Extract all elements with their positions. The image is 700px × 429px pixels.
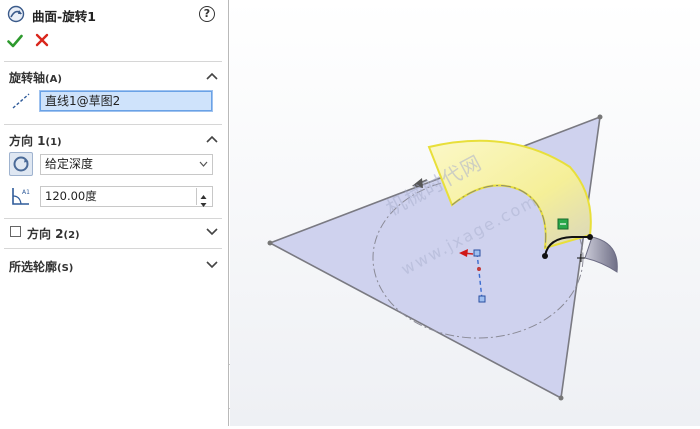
contours-expand-icon[interactable] [206, 261, 218, 269]
reverse-direction-icon [13, 156, 29, 172]
angle-spinner[interactable] [196, 188, 211, 207]
profile-endpoint[interactable] [542, 253, 548, 259]
angle-input[interactable]: 120.00度 [40, 186, 213, 207]
contours-shortcut: (S) [57, 263, 74, 274]
help-icon[interactable]: ? [199, 6, 215, 22]
svg-text:A1: A1 [22, 189, 30, 196]
ok-button[interactable] [7, 33, 23, 49]
divider [4, 218, 222, 219]
axis-endpoint[interactable] [473, 249, 481, 257]
spin-up-button[interactable] [197, 188, 211, 199]
spin-down-button[interactable] [197, 196, 211, 207]
axis-section-shortcut: (A) [45, 74, 62, 85]
plane-vertex [267, 240, 273, 246]
end-condition-value: 给定深度 [45, 157, 94, 171]
direction2-title: 方向 2 [27, 227, 64, 241]
reverse-direction-button[interactable] [9, 152, 33, 176]
direction2-shortcut: (2) [63, 230, 80, 241]
direction2-header[interactable]: 方向 2(2) [27, 225, 80, 242]
revolve-surface-icon [7, 5, 25, 23]
profile-endpoint[interactable] [587, 234, 593, 240]
angle-icon: A1 [12, 188, 30, 205]
divider [4, 61, 222, 62]
contours-title: 所选轮廓 [9, 260, 58, 274]
divider [4, 124, 222, 125]
model-view[interactable] [230, 0, 700, 426]
end-condition-select[interactable]: 给定深度 [40, 154, 213, 175]
axis-section-header[interactable]: 旋转轴(A) [9, 69, 62, 86]
contours-header[interactable]: 所选轮廓(S) [9, 258, 73, 275]
axis-selection-field[interactable]: 直线1@草图2 [39, 90, 213, 112]
cancel-button[interactable] [35, 33, 49, 47]
triangle-down-icon [200, 203, 207, 207]
property-manager-panel: 曲面-旋转1 ? 旋转轴(A) 直线1@草图2 方向 1(1) 给定深度 A1 … [0, 0, 229, 426]
axis-endpoint[interactable] [478, 295, 486, 303]
axis-collapse-icon[interactable] [206, 72, 218, 80]
graphics-viewport[interactable] [230, 0, 700, 426]
axis-midpoint [477, 267, 481, 271]
chevron-down-icon [199, 161, 208, 167]
feature-title: 曲面-旋转1 [32, 9, 96, 24]
divider [4, 248, 222, 249]
feature-titlebar: 曲面-旋转1 ? [0, 0, 229, 28]
plane-vertex [597, 114, 603, 120]
direction1-collapse-icon[interactable] [206, 135, 218, 143]
direction1-shortcut: (1) [45, 137, 62, 148]
direction2-expand-icon[interactable] [206, 228, 218, 236]
direction1-title: 方向 1 [9, 134, 46, 148]
angle-value: 120.00度 [45, 189, 97, 203]
plane-vertex [558, 395, 564, 401]
axis-section-title: 旋转轴 [9, 71, 46, 85]
direction2-checkbox[interactable] [10, 226, 21, 237]
direction1-header[interactable]: 方向 1(1) [9, 132, 62, 149]
axis-line-icon [12, 93, 30, 109]
